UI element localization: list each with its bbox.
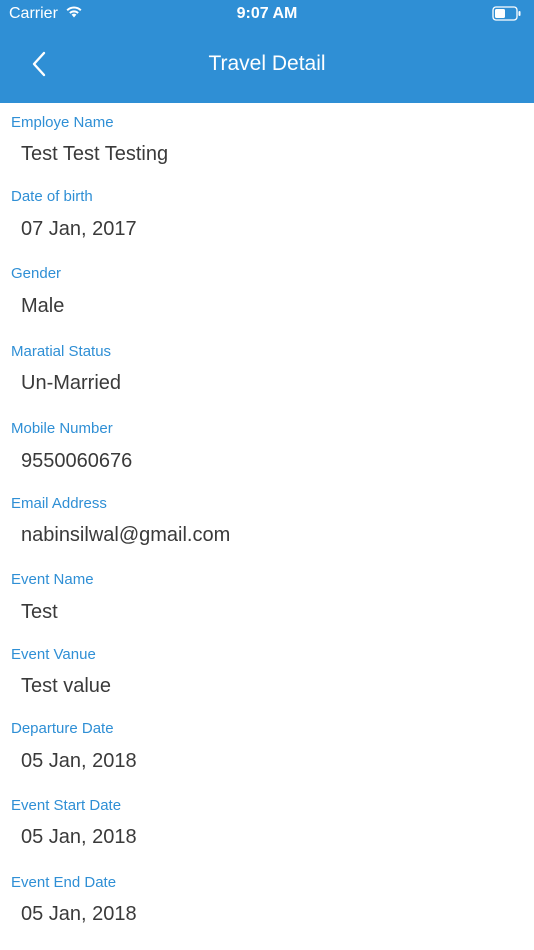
field-label: Event Start Date — [11, 797, 122, 814]
field-value: Test Test Testing — [21, 143, 169, 165]
page-title: Travel Detail — [208, 52, 326, 75]
field-value: Un-Married — [21, 372, 122, 394]
field-value: Test — [21, 601, 58, 623]
field-label: Date of birth — [11, 188, 93, 205]
field-label: Email Address — [11, 495, 107, 512]
field-label: Event End Date — [11, 874, 117, 891]
field-label: Departure Date — [11, 720, 114, 737]
battery-icon — [492, 6, 522, 26]
field-value: 9550060676 — [21, 450, 133, 472]
field-label: Mobile Number — [11, 420, 113, 437]
navigation-bar: Travel Detail — [0, 28, 534, 103]
field-label: Gender — [11, 265, 62, 282]
field-label: Maratial Status — [11, 343, 112, 360]
field-value: 05 Jan, 2018 — [21, 826, 137, 848]
status-time: 9:07 AM — [236, 5, 298, 22]
field-value: Male — [21, 295, 65, 317]
field-value: 05 Jan, 2018 — [21, 750, 137, 772]
status-bar: Carrier 9:07 AM — [0, 0, 534, 28]
field-value: 05 Jan, 2018 — [21, 903, 137, 925]
field-value: nabinsilwal@gmail.com — [21, 524, 231, 546]
field-value: Test value — [21, 675, 112, 697]
field-value: 07 Jan, 2017 — [21, 218, 137, 240]
field-label: Event Vanue — [11, 646, 96, 663]
header: Carrier 9:07 AM Travel Detail — [0, 0, 534, 103]
field-label: Employe Name — [11, 114, 114, 131]
field-label: Event Name — [11, 571, 94, 588]
